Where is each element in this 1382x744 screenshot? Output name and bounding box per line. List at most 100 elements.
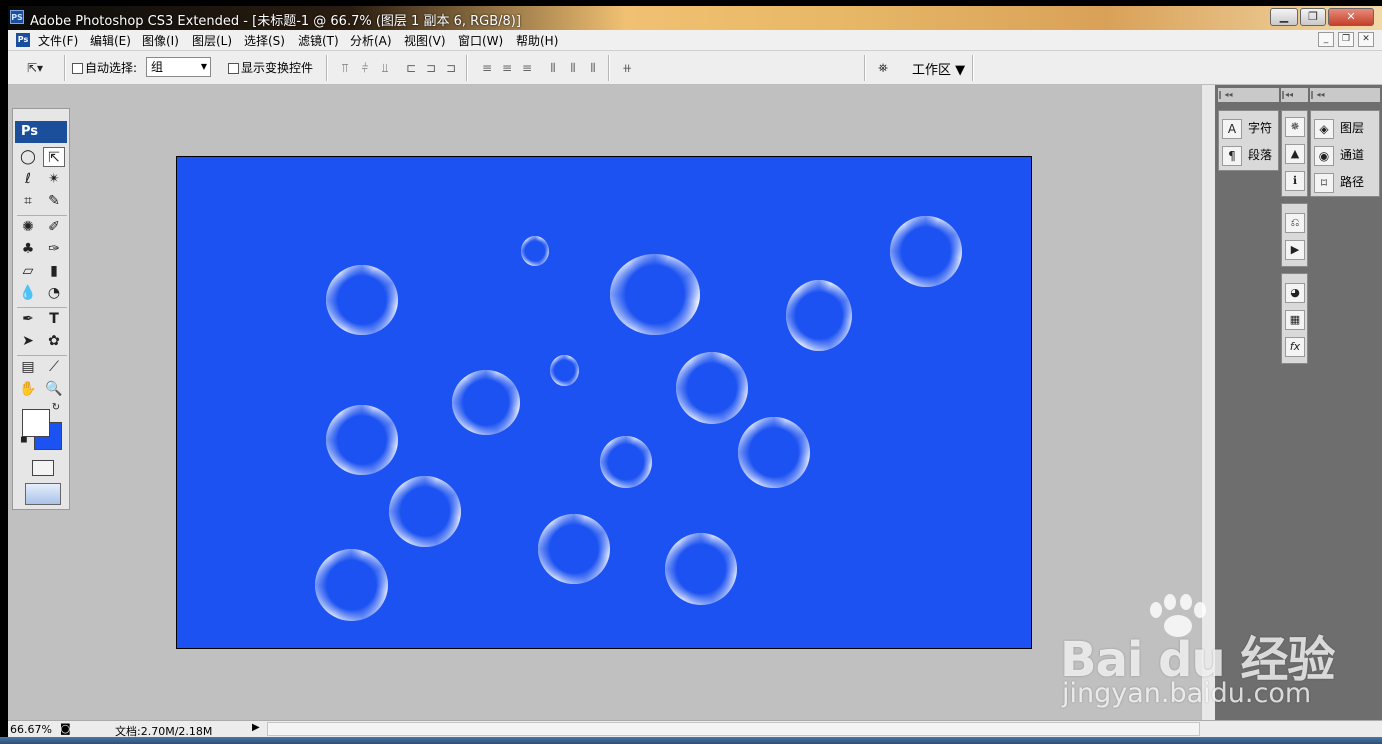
menu-filter[interactable]: 滤镜(T) (298, 32, 339, 49)
distribute-left-icon[interactable]: ⦀ (544, 61, 562, 75)
quick-mask-button[interactable] (32, 460, 54, 476)
doc-restore-button[interactable]: ❐ (1338, 32, 1354, 47)
distribute-right-icon[interactable]: ⦀ (584, 61, 602, 75)
menu-layer[interactable]: 图层(L) (192, 32, 232, 49)
distribute-hcenter-icon[interactable]: ⦀ (564, 61, 582, 75)
restore-icon: ❐ (1308, 10, 1318, 23)
paragraph-panel-button[interactable]: ¶ 段落 (1222, 144, 1272, 166)
actions-icon[interactable]: ▶ (1285, 240, 1305, 260)
gradient-tool[interactable]: ▮ (43, 261, 65, 281)
auto-align-icon[interactable]: ⧺ (618, 61, 636, 75)
notes-tool[interactable]: ▤ (17, 357, 39, 377)
healing-brush-tool[interactable]: ✺ (17, 217, 39, 237)
paths-panel-button[interactable]: ⌑ 路径 (1314, 171, 1364, 193)
window-title: Adobe Photoshop CS3 Extended - [未标题-1 @ … (30, 14, 521, 29)
info-icon[interactable]: ℹ (1285, 171, 1305, 191)
panel-collapse-icon[interactable]: ‖◂◂ (1281, 88, 1308, 102)
workspace-button[interactable]: 工作区 ▼ (912, 59, 965, 78)
align-left-icon[interactable]: ⊏ (402, 61, 420, 75)
crop-tool[interactable]: ⌗ (17, 191, 39, 211)
ellipse-marquee-tool[interactable]: ◯ (17, 147, 39, 167)
histogram-icon[interactable]: ▲ (1285, 144, 1305, 164)
distribute-top-icon[interactable]: ≡ (478, 61, 496, 75)
minimize-button[interactable]: ▁ (1270, 8, 1298, 26)
bubble (550, 355, 579, 386)
menu-analysis[interactable]: 分析(A) (350, 32, 392, 49)
menu-help[interactable]: 帮助(H) (516, 32, 558, 49)
type-tool[interactable]: T (43, 309, 65, 329)
separator (326, 55, 328, 81)
distribute-bottom-icon[interactable]: ≡ (518, 61, 536, 75)
close-button[interactable]: ✕ (1328, 8, 1374, 26)
menu-edit[interactable]: 编辑(E) (90, 32, 131, 49)
eraser-tool[interactable]: ▱ (17, 261, 39, 281)
separator (864, 55, 866, 81)
pen-tool[interactable]: ✒ (17, 309, 39, 329)
show-transform-checkbox[interactable] (228, 63, 239, 74)
align-top-icon[interactable]: ⫪ (336, 61, 354, 75)
eyedropper-tool[interactable]: ⟋ (43, 357, 65, 377)
panel-collapse-icon[interactable]: ‖ ◂◂ (1310, 88, 1380, 102)
photoshop-window: PS Adobe Photoshop CS3 Extended - [未标题-1… (0, 0, 1382, 744)
lasso-tool[interactable]: ℓ (17, 169, 39, 189)
distribute-vcenter-icon[interactable]: ≡ (498, 61, 516, 75)
path-selection-tool[interactable]: ➤ (17, 331, 39, 351)
swatches-icon[interactable]: ▦ (1285, 310, 1305, 330)
styles-icon[interactable]: fx (1285, 337, 1305, 357)
menu-window[interactable]: 窗口(W) (458, 32, 503, 49)
move-tool-preset-icon[interactable]: ⇱▾ (20, 61, 50, 75)
move-tool[interactable]: ⇱ (43, 147, 65, 167)
dodge-tool[interactable]: ◔ (43, 283, 65, 303)
panel-collapse-icon[interactable]: ‖ ◂◂ (1218, 88, 1279, 102)
swap-colors-icon[interactable]: ↻ (49, 401, 63, 415)
zoom-level[interactable]: 66.67% (10, 723, 52, 736)
brush-tool[interactable]: ✐ (43, 217, 65, 237)
character-icon: A (1222, 118, 1242, 139)
auto-select-checkbox[interactable] (72, 63, 83, 74)
screen-mode-button[interactable] (25, 483, 61, 505)
document-icon[interactable]: Ps (16, 33, 30, 47)
blur-tool[interactable]: 💧 (17, 283, 39, 303)
menu-file[interactable]: 文件(F) (38, 32, 78, 49)
doc-close-button[interactable]: ✕ (1358, 32, 1374, 47)
align-vcenter-icon[interactable]: ⫩ (356, 61, 374, 75)
hand-tool[interactable]: ✋ (17, 379, 39, 399)
bubble (521, 236, 549, 266)
magic-wand-tool[interactable]: ✴ (43, 169, 65, 189)
channels-panel-button[interactable]: ◉ 通道 (1314, 144, 1364, 166)
align-bottom-icon[interactable]: ⫫ (376, 61, 394, 75)
auto-select-dropdown[interactable]: 组 ▼ (146, 57, 211, 77)
panel-group-layers: ◈ 图层 ◉ 通道 ⌑ 路径 (1310, 110, 1380, 197)
bubble (389, 476, 461, 547)
slice-tool[interactable]: ✎ (43, 191, 65, 211)
bubble (786, 280, 852, 351)
status-expand-icon[interactable]: ▶ (252, 722, 260, 733)
align-right-icon[interactable]: ⊐ (442, 61, 460, 75)
default-colors-icon[interactable]: ◼ (17, 433, 31, 447)
workspace-label: 工作区 (912, 63, 952, 78)
menu-select[interactable]: 选择(S) (244, 32, 285, 49)
history-icon[interactable]: ⎌ (1285, 213, 1305, 233)
character-panel-button[interactable]: A 字符 (1222, 117, 1272, 139)
channels-label: 通道 (1340, 148, 1365, 162)
clone-stamp-tool[interactable]: ♣ (17, 239, 39, 259)
align-hcenter-icon[interactable]: ⊐ (422, 61, 440, 75)
bridge-icon[interactable]: ⛯ (872, 61, 894, 75)
doc-minimize-button[interactable]: _ (1318, 32, 1334, 47)
channels-icon: ◉ (1314, 145, 1334, 166)
document-canvas[interactable] (176, 156, 1032, 649)
history-brush-tool[interactable]: ✑ (43, 239, 65, 259)
custom-shape-tool[interactable]: ✿ (43, 331, 65, 351)
horizontal-scrollbar[interactable] (267, 722, 1200, 736)
color-icon[interactable]: ◕ (1285, 283, 1305, 303)
menu-view[interactable]: 视图(V) (404, 32, 446, 49)
restore-button[interactable]: ❐ (1300, 8, 1326, 26)
navigator-icon[interactable]: ✵ (1285, 117, 1305, 137)
status-menu-icon[interactable]: ◙ (60, 722, 71, 735)
layers-panel-button[interactable]: ◈ 图层 (1314, 117, 1364, 139)
status-bar: 66.67% ◙ 文档:2.70M/2.18M ▶ (8, 720, 1382, 738)
zoom-tool[interactable]: 🔍 (43, 379, 65, 399)
menu-image[interactable]: 图像(I) (142, 32, 179, 49)
paragraph-icon: ¶ (1222, 145, 1242, 166)
title-bar: PS Adobe Photoshop CS3 Extended - [未标题-1… (8, 6, 1382, 30)
